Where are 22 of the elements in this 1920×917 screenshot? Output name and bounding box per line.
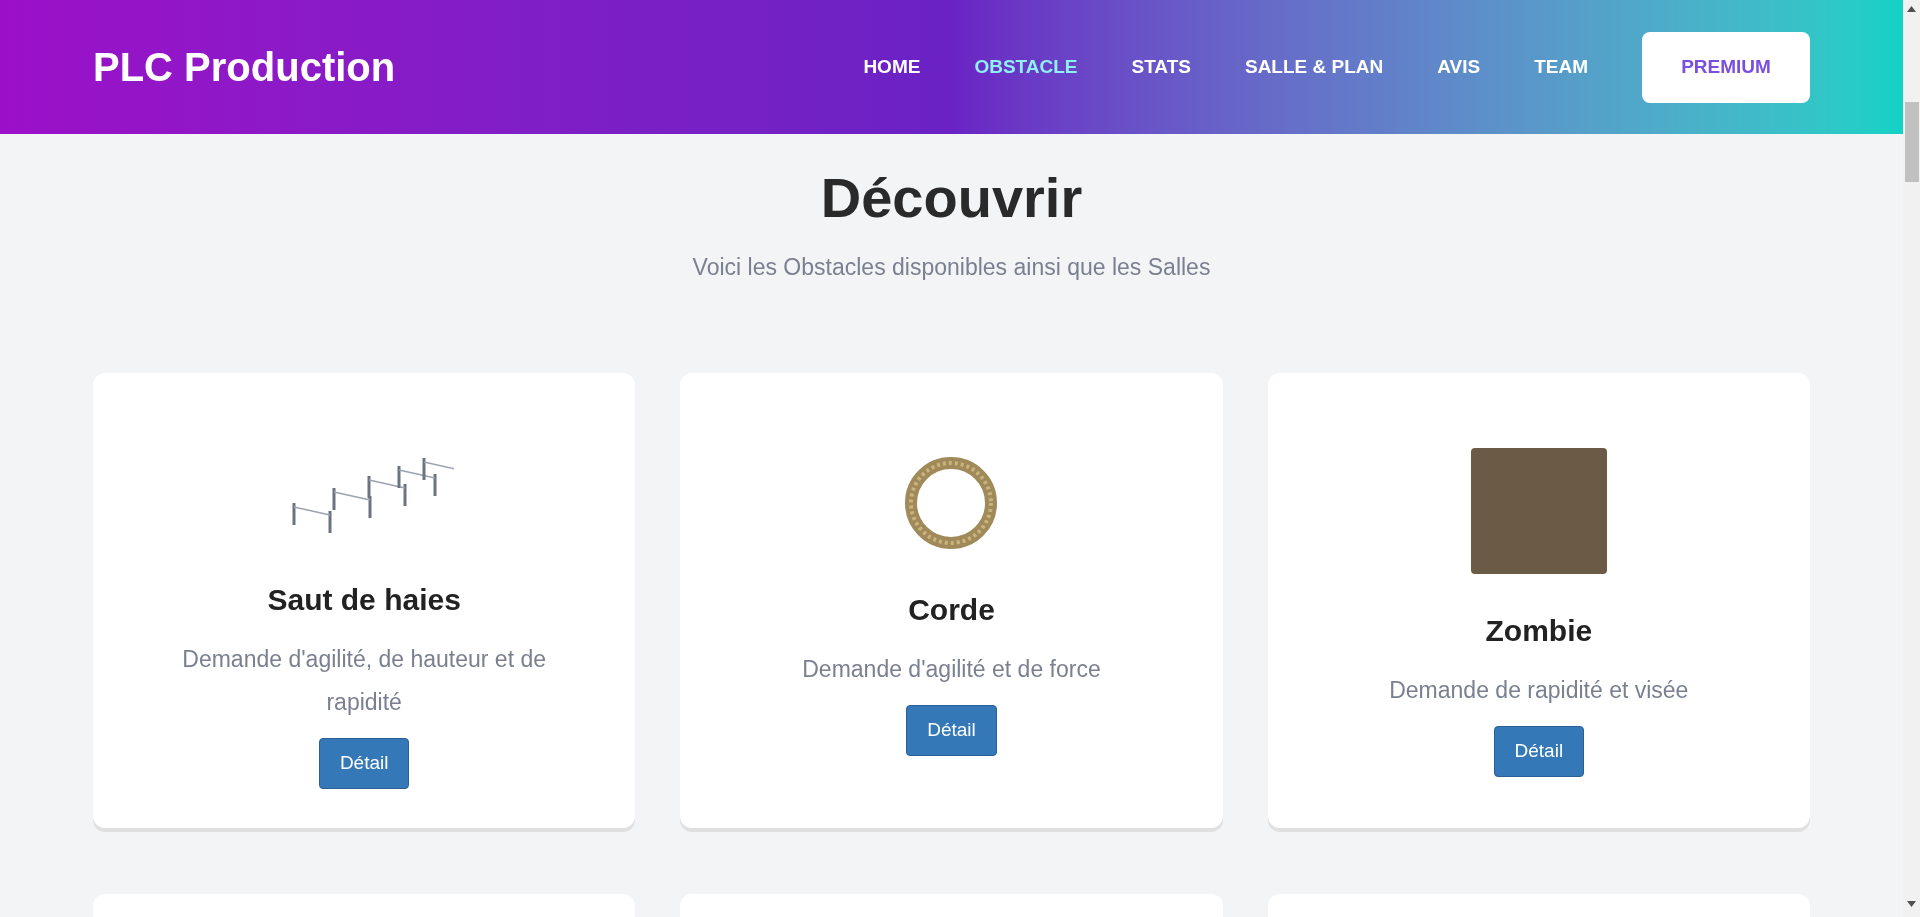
page-title: Découvrir	[820, 165, 1083, 231]
detail-button[interactable]: Détail	[906, 704, 997, 756]
detail-button[interactable]: Détail	[1493, 725, 1585, 777]
page-subtitle: Voici les Obstacles disponibles ainsi que les Salles	[692, 253, 1211, 282]
card-title: Zombie	[1485, 612, 1593, 649]
site-logo[interactable]: PLC Production	[93, 37, 396, 97]
card-description: Demande de rapidité et visée	[1388, 675, 1690, 705]
card-description: Demande d'agilité et de force	[801, 654, 1102, 684]
scroll-down-icon[interactable]	[1907, 901, 1916, 907]
scroll-up-icon[interactable]	[1907, 6, 1916, 12]
nav-link[interactable]: OBSTACLE	[974, 52, 1078, 82]
card-description: Demande d'agilité, de hauteur et de rapidité	[181, 644, 547, 717]
nav-link[interactable]: STATS	[1131, 52, 1191, 82]
scroll-thumb[interactable]	[1904, 102, 1919, 182]
nav-link[interactable]: HOME	[863, 52, 921, 82]
premium-button[interactable]: PREMIUM	[1642, 31, 1810, 103]
card-title: Saut de haies	[267, 581, 461, 618]
detail-button[interactable]: Détail	[318, 737, 410, 789]
nav-link[interactable]: TEAM	[1534, 52, 1588, 82]
nav-link[interactable]: SALLE & PLAN	[1244, 52, 1384, 82]
card-title: Corde	[908, 591, 995, 628]
nav-link[interactable]: AVIS	[1437, 52, 1481, 82]
